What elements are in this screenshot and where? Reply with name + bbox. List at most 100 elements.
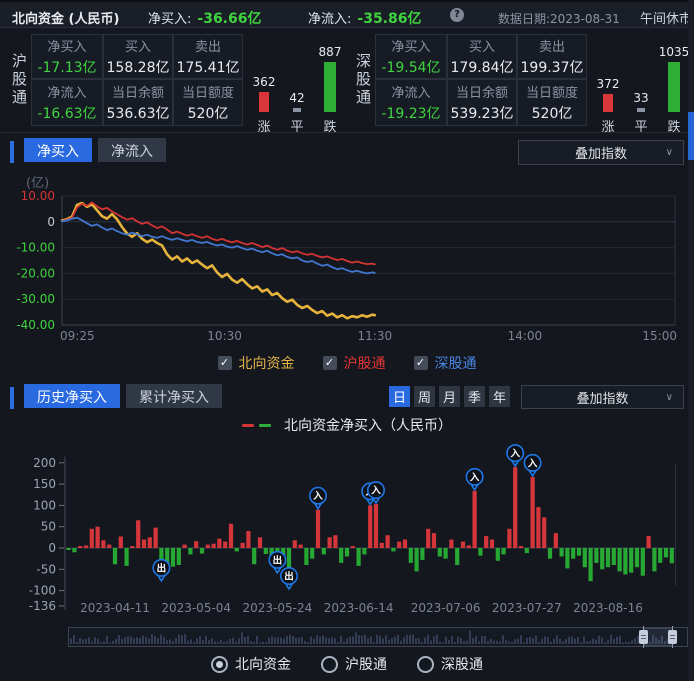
advance-decline-chart: 362涨 42平 887跌 — [246, 28, 348, 132]
up-bar — [259, 92, 269, 112]
checkbox-checked-icon[interactable]: ✓ — [218, 356, 232, 370]
series-深股通 — [62, 218, 375, 274]
down-label: 跌 — [667, 116, 680, 132]
page-scrollbar[interactable] — [688, 0, 694, 681]
period-day-button[interactable]: 日 — [389, 386, 410, 407]
legend-dash-green — [259, 424, 271, 427]
flat-count: 33 — [633, 91, 648, 105]
svg-text:-136: -136 — [29, 599, 56, 613]
help-icon[interactable]: ? — [450, 8, 464, 22]
stat-label: 卖出 — [195, 36, 221, 55]
overlay-index-select[interactable]: 叠加指数 ∨ — [518, 140, 684, 165]
stat-label: 当日余额 — [456, 82, 508, 101]
stat-value: -17.13亿 — [37, 57, 96, 77]
flat-count: 42 — [289, 91, 304, 105]
up-column: 372涨 — [594, 28, 622, 132]
net-buy-summary: 净买入: -36.66亿 — [148, 8, 261, 28]
radio-hugutong[interactable]: 沪股通 — [321, 654, 387, 674]
up-count: 362 — [253, 75, 276, 89]
legend-item-shengutong[interactable]: ✓ 深股通 — [414, 353, 477, 373]
radio-label: 沪股通 — [345, 654, 387, 674]
radio-shengutong[interactable]: 深股通 — [417, 654, 483, 674]
svg-text:-10.00: -10.00 — [16, 241, 55, 255]
overlay-index-select-2[interactable]: 叠加指数 ∨ — [521, 385, 684, 409]
period-week-button[interactable]: 周 — [414, 386, 435, 407]
svg-text:14:00: 14:00 — [508, 329, 543, 343]
tab-history-net-buy[interactable]: 历史净买入 — [24, 384, 120, 408]
stats-grid: 净买入-17.13亿 买入158.28亿 卖出175.41亿 净流入-16.63… — [31, 34, 243, 126]
history-tabs: 历史净买入 累计净买入 — [24, 384, 222, 408]
svg-text:200: 200 — [33, 456, 56, 470]
bar-legend-label: 北向资金净买入（人民币） — [284, 415, 452, 435]
stat-cell: 净流入-16.63亿 — [32, 80, 102, 125]
svg-text:100: 100 — [33, 498, 56, 512]
tab-net-buy[interactable]: 净买入 — [24, 138, 92, 162]
svg-text:入: 入 — [312, 491, 323, 502]
up-count: 372 — [597, 77, 620, 91]
slider-handle-end[interactable] — [668, 626, 677, 648]
svg-text:2023-05-04: 2023-05-04 — [161, 601, 231, 615]
svg-text:2023-05-24: 2023-05-24 — [243, 601, 313, 615]
tab-net-flow[interactable]: 净流入 — [98, 138, 166, 162]
board-name: 沪股通 — [9, 36, 29, 124]
up-column: 362涨 — [250, 28, 278, 132]
radio-label: 深股通 — [441, 654, 483, 674]
axes: 200150100500-50-100-136 — [29, 456, 676, 613]
stat-label: 净买入 — [391, 36, 430, 55]
up-bar — [603, 94, 613, 112]
data-zoom-slider[interactable] — [68, 627, 688, 647]
period-year-button[interactable]: 年 — [489, 386, 510, 407]
legend-label: 深股通 — [435, 353, 477, 373]
stat-cell: 当日余额539.23亿 — [448, 80, 516, 125]
flat-bar — [293, 108, 301, 112]
legend-item-beixiang[interactable]: ✓ 北向资金 — [218, 353, 295, 373]
stat-cell: 净买入-17.13亿 — [32, 35, 102, 78]
stat-cell: 卖出 175.41亿 — [174, 35, 242, 78]
stat-value: -19.23亿 — [381, 103, 440, 123]
net-buy-value: -36.66亿 — [197, 8, 261, 28]
net-flow-summary: 净流入: -35.86亿 — [308, 8, 421, 28]
svg-text:50: 50 — [41, 520, 56, 534]
legend-item-hugutong[interactable]: ✓沪股通 — [323, 353, 386, 373]
history-bar-chart-svg: 200150100500-50-100-1362023-04-112023-05… — [0, 436, 694, 622]
stat-value: 520亿 — [532, 103, 573, 123]
radio-icon[interactable] — [417, 656, 434, 673]
market-status: 午间休市 — [640, 8, 692, 27]
svg-text:2023-07-27: 2023-07-27 — [492, 601, 562, 615]
period-month-button[interactable]: 月 — [439, 386, 460, 407]
stat-value: 175.41亿 — [177, 57, 240, 77]
radio-beixiang[interactable]: 北向资金 — [211, 654, 291, 674]
svg-text:10:30: 10:30 — [207, 329, 242, 343]
board-shengutong: 深股通 净买入-19.54亿 买入179.84亿 卖出199.37亿 净流入-1… — [344, 28, 691, 132]
divider — [0, 132, 694, 133]
page-title: 北向资金 (人民币) — [12, 8, 119, 27]
checkbox-checked-icon[interactable]: ✓ — [414, 356, 428, 370]
stat-cell: 净买入-19.54亿 — [376, 35, 446, 78]
intraday-chart-svg: 10.000-10.00-20.00-30.00-40.0009:2510:30… — [0, 184, 694, 348]
down-bar — [668, 62, 680, 112]
svg-text:出: 出 — [273, 554, 283, 566]
stat-value: 179.84亿 — [451, 57, 514, 77]
radio-selected-icon[interactable] — [211, 656, 228, 673]
period-quarter-button[interactable]: 季 — [464, 386, 485, 407]
svg-text:-20.00: -20.00 — [16, 266, 55, 280]
scrollbar-thumb[interactable] — [688, 112, 694, 160]
board-name: 深股通 — [353, 36, 373, 124]
legend-label: 北向资金 — [239, 353, 295, 373]
svg-text:0: 0 — [47, 215, 55, 229]
x-axis-labels: 09:2510:3011:3014:0015:00 — [60, 329, 677, 343]
radio-icon[interactable] — [321, 656, 338, 673]
period-buttons: 日 周 月 季 年 — [389, 386, 510, 407]
chevron-down-icon: ∨ — [666, 392, 673, 403]
svg-text:09:25: 09:25 — [60, 329, 95, 343]
stat-label: 卖出 — [539, 36, 565, 55]
slider-handle-start[interactable] — [639, 626, 648, 648]
intraday-tabs: 净买入 净流入 — [24, 138, 166, 162]
tab-cumulative-net-buy[interactable]: 累计净买入 — [126, 384, 222, 408]
checkbox-checked-icon[interactable]: ✓ — [323, 356, 337, 370]
net-buy-label: 净买入: — [148, 8, 191, 28]
market-stats-panel: 沪股通 净买入-17.13亿 买入158.28亿 卖出175.41亿 净流入-1… — [0, 28, 688, 132]
section-accent-bar — [10, 141, 14, 163]
bar-chart-legend: 北向资金净买入（人民币） — [0, 415, 694, 435]
down-label: 跌 — [323, 116, 336, 132]
